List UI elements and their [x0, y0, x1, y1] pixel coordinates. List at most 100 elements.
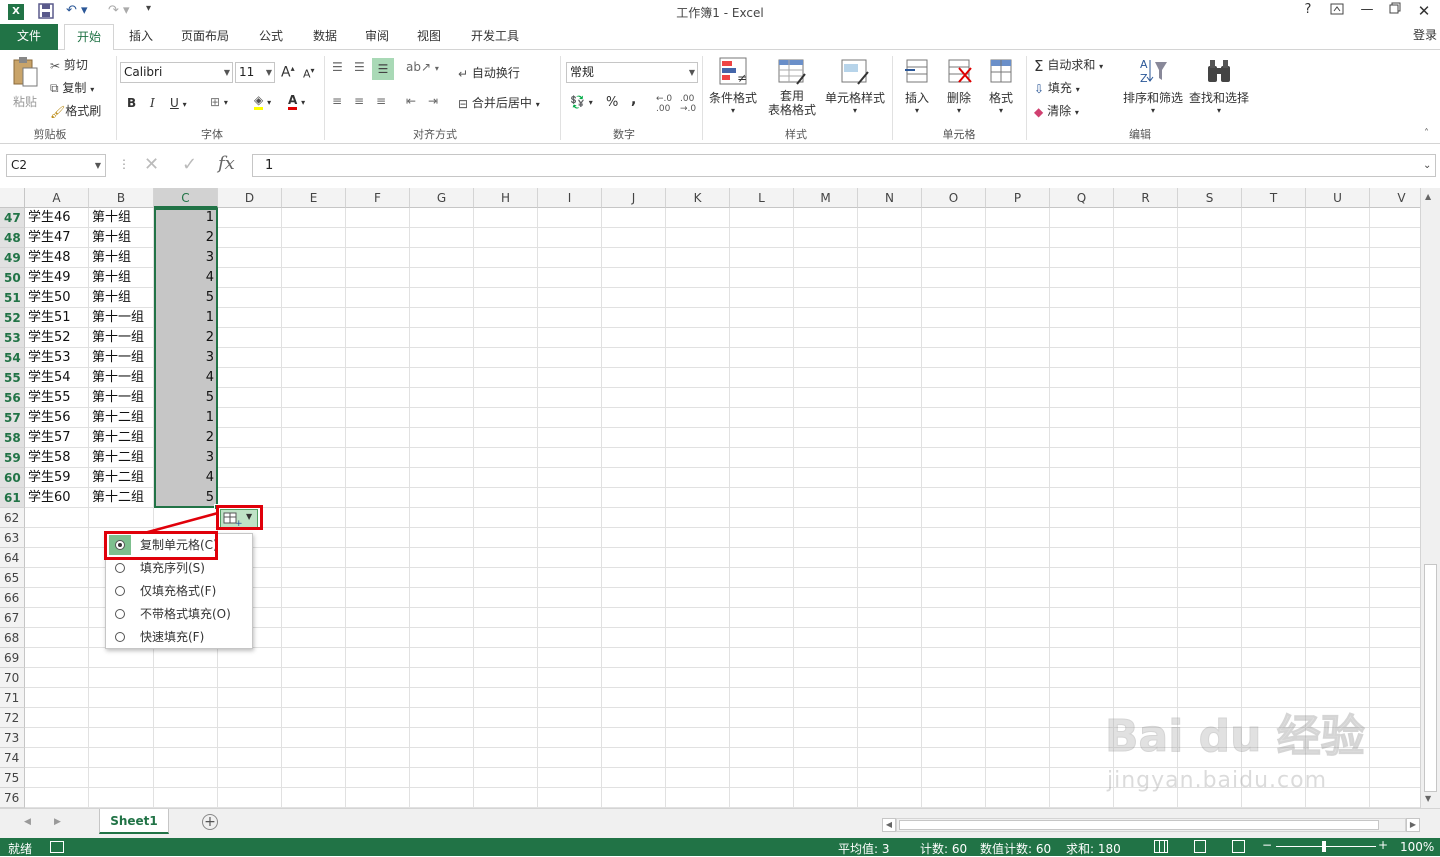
row-header[interactable]: 73 — [0, 728, 25, 748]
column-header-e[interactable]: E — [282, 188, 346, 208]
login-link[interactable]: 登录 — [1410, 23, 1440, 49]
row-header[interactable]: 52 — [0, 308, 25, 328]
row-header[interactable]: 49 — [0, 248, 25, 268]
merge-center-button[interactable]: ⊟ 合并后居中 ▾ — [458, 94, 540, 111]
insert-function-icon[interactable]: fx — [218, 153, 235, 174]
row-header[interactable]: 57 — [0, 408, 25, 428]
normal-view-icon[interactable] — [1154, 840, 1168, 853]
cell-a[interactable]: 学生46 — [28, 208, 89, 228]
tab-view[interactable]: 视图 — [406, 24, 452, 50]
cell-a[interactable]: 学生55 — [28, 388, 89, 408]
column-header-p[interactable]: P — [986, 188, 1050, 208]
tab-home[interactable]: 开始 — [64, 24, 114, 51]
column-header-i[interactable]: I — [538, 188, 602, 208]
cell-c[interactable]: 4 — [154, 368, 214, 388]
scroll-thumb[interactable] — [1424, 564, 1437, 792]
cut-button[interactable]: ✂ 剪切 — [50, 56, 88, 73]
increase-indent-icon[interactable]: ⇥ — [428, 94, 438, 108]
cell-b[interactable]: 第十组 — [92, 208, 154, 228]
cell-c[interactable]: 5 — [154, 288, 214, 308]
sort-filter-button[interactable]: AZ 排序和筛选 ▾ — [1122, 56, 1184, 115]
row-header[interactable]: 54 — [0, 348, 25, 368]
row-header[interactable]: 68 — [0, 628, 25, 648]
align-center-icon[interactable]: ≡ — [354, 94, 364, 108]
conditional-format-button[interactable]: ≠ 条件格式 ▾ — [708, 56, 758, 115]
row-header[interactable]: 60 — [0, 468, 25, 488]
cell-c[interactable]: 1 — [154, 308, 214, 328]
cell-a[interactable]: 学生50 — [28, 288, 89, 308]
column-header-c[interactable]: C — [154, 188, 218, 208]
cell-a[interactable]: 学生58 — [28, 448, 89, 468]
column-header-u[interactable]: U — [1306, 188, 1370, 208]
formula-input[interactable]: 1 — [252, 154, 1436, 177]
ribbon-display-button[interactable] — [1326, 2, 1348, 22]
row-header[interactable]: 62 — [0, 508, 25, 528]
fill-button[interactable]: ⇩ 填充 ▾ — [1034, 79, 1080, 96]
format-painter-button[interactable]: 🖌格式刷 — [50, 102, 101, 119]
add-sheet-icon[interactable]: + — [202, 814, 218, 830]
scroll-down-icon[interactable]: ▼ — [1425, 794, 1431, 803]
zoom-in-icon[interactable]: + — [1378, 838, 1388, 852]
column-header-d[interactable]: D — [218, 188, 282, 208]
decrease-indent-icon[interactable]: ⇤ — [406, 94, 416, 108]
option-fill-series[interactable]: 填充序列(S) — [106, 557, 252, 579]
column-header-k[interactable]: K — [666, 188, 730, 208]
shrink-font-button[interactable]: A▾ — [303, 66, 315, 81]
column-header-a[interactable]: A — [25, 188, 89, 208]
fill-color-button[interactable]: ◈ ▾ — [254, 93, 271, 110]
cell-c[interactable]: 2 — [154, 428, 214, 448]
row-header[interactable]: 61 — [0, 488, 25, 508]
column-header-t[interactable]: T — [1242, 188, 1306, 208]
cell-a[interactable]: 学生49 — [28, 268, 89, 288]
cancel-icon[interactable]: ✕ — [144, 154, 159, 175]
format-as-table-button[interactable]: 套用 表格格式 — [762, 56, 822, 117]
clear-button[interactable]: ◆ 清除 ▾ — [1034, 102, 1079, 119]
zoom-slider[interactable] — [1276, 846, 1376, 847]
scroll-up-icon[interactable]: ▲ — [1425, 192, 1431, 201]
font-name-select[interactable]: Calibri ▼ — [120, 62, 233, 83]
row-header[interactable]: 74 — [0, 748, 25, 768]
cell-c[interactable]: 4 — [154, 468, 214, 488]
cell-a[interactable]: 学生60 — [28, 488, 89, 508]
minimize-button[interactable]: — — [1356, 2, 1378, 22]
column-header-l[interactable]: L — [730, 188, 794, 208]
row-header[interactable]: 48 — [0, 228, 25, 248]
zoom-slider-thumb[interactable] — [1322, 841, 1326, 852]
cell-a[interactable]: 学生52 — [28, 328, 89, 348]
column-header-b[interactable]: B — [89, 188, 154, 208]
cell-b[interactable]: 第十一组 — [92, 348, 154, 368]
tab-formulas[interactable]: 公式 — [248, 24, 294, 50]
tab-data[interactable]: 数据 — [302, 24, 348, 50]
zoom-level[interactable]: 100% — [1400, 840, 1434, 854]
cell-c[interactable]: 1 — [154, 208, 214, 228]
row-header[interactable]: 56 — [0, 388, 25, 408]
cell-b[interactable]: 第十组 — [92, 288, 154, 308]
row-header[interactable]: 53 — [0, 328, 25, 348]
row-header[interactable]: 66 — [0, 588, 25, 608]
row-header[interactable]: 71 — [0, 688, 25, 708]
cell-c[interactable]: 5 — [154, 388, 214, 408]
copy-button[interactable]: ⧉ 复制 ▾ — [50, 79, 94, 96]
cell-b[interactable]: 第十一组 — [92, 368, 154, 388]
macro-record-icon[interactable] — [50, 841, 64, 853]
cell-b[interactable]: 第十组 — [92, 248, 154, 268]
vertical-scrollbar[interactable]: ▲ ▼ — [1420, 188, 1440, 808]
cell-b[interactable]: 第十组 — [92, 268, 154, 288]
font-color-button[interactable]: A ▾ — [288, 93, 305, 110]
cell-b[interactable]: 第十二组 — [92, 428, 154, 448]
row-header[interactable]: 47 — [0, 208, 25, 228]
insert-cells-button[interactable]: 插入 ▾ — [900, 56, 934, 115]
cell-b[interactable]: 第十一组 — [92, 388, 154, 408]
cell-b[interactable]: 第十二组 — [92, 408, 154, 428]
row-header[interactable]: 72 — [0, 708, 25, 728]
wrap-text-button[interactable]: ↵ 自动换行 — [458, 64, 520, 81]
accounting-format-button[interactable]: 💱 ▾ — [570, 94, 593, 109]
column-header-j[interactable]: J — [602, 188, 666, 208]
tab-file[interactable]: 文件 — [0, 24, 58, 50]
row-header[interactable]: 55 — [0, 368, 25, 388]
cell-c[interactable]: 1 — [154, 408, 214, 428]
row-header[interactable]: 67 — [0, 608, 25, 628]
row-header[interactable]: 51 — [0, 288, 25, 308]
find-select-button[interactable]: 查找和选择 ▾ — [1188, 56, 1250, 115]
percent-button[interactable]: % — [606, 95, 618, 110]
